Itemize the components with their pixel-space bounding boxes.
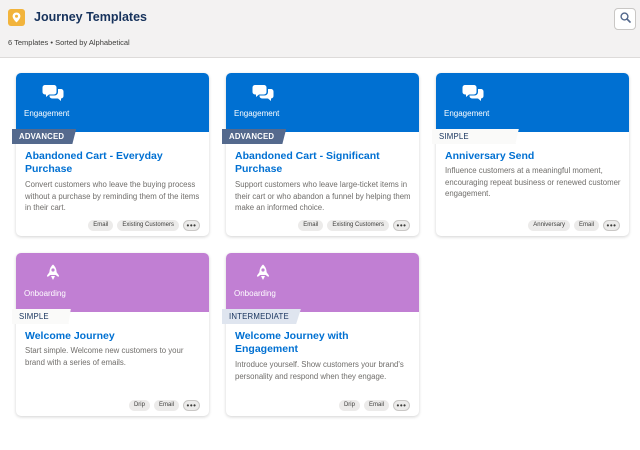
card-title[interactable]: Abandoned Cart - Significant Purchase (235, 150, 413, 176)
level-badge: INTERMEDIATE (222, 309, 301, 324)
template-card[interactable]: Onboarding SIMPLE Welcome Journey Start … (12, 253, 209, 416)
tag: Anniversary (528, 220, 570, 231)
more-actions-button[interactable]: ••• (183, 400, 200, 411)
card-banner: Engagement (226, 73, 419, 132)
card-category: Engagement (24, 109, 70, 118)
rocket-icon (257, 264, 269, 280)
tag: Email (153, 400, 179, 411)
level-badge: ADVANCED (222, 129, 287, 144)
card-tags: Email Existing Customers ••• (298, 220, 410, 231)
level-badge: SIMPLE (12, 309, 71, 324)
card-description: Start simple. Welcome new customers to y… (25, 346, 184, 367)
card-tags: Email Existing Customers ••• (88, 220, 200, 231)
more-actions-button[interactable]: ••• (393, 400, 410, 411)
card-category: Onboarding (24, 289, 66, 298)
tag: Email (363, 400, 389, 411)
rocket-icon (47, 264, 59, 280)
card-title[interactable]: Anniversary Send (445, 150, 623, 163)
chat-bubbles-icon (462, 85, 484, 101)
card-title[interactable]: Welcome Journey (25, 330, 203, 343)
chat-bubbles-icon (252, 85, 274, 101)
card-banner: Engagement (436, 73, 629, 132)
tag: Email (573, 220, 599, 231)
card-tags: Anniversary Email ••• (528, 220, 620, 231)
template-card[interactable]: Engagement ADVANCED Abandoned Cart - Sig… (222, 73, 419, 236)
card-tags: Drip Email ••• (128, 400, 200, 411)
card-category: Onboarding (234, 289, 276, 298)
card-banner: Onboarding (16, 253, 209, 312)
card-description: Convert customers who leave the buying p… (25, 180, 200, 212)
card-description: Influence customers at a meaningful mome… (445, 166, 621, 198)
tag: Email (88, 220, 114, 231)
card-banner: Onboarding (226, 253, 419, 312)
template-card[interactable]: Engagement SIMPLE Anniversary Send Influ… (432, 73, 629, 236)
tag: Existing Customers (117, 220, 179, 231)
level-badge: SIMPLE (432, 129, 519, 144)
template-card[interactable]: Engagement ADVANCED Abandoned Cart - Eve… (12, 73, 209, 236)
card-description: Support customers who leave large-ticket… (235, 180, 411, 212)
card-title[interactable]: Abandoned Cart - Everyday Purchase (25, 150, 203, 176)
page-title: Journey Templates (34, 10, 148, 24)
more-actions-button[interactable]: ••• (603, 220, 620, 231)
card-title[interactable]: Welcome Journey with Engagement (235, 330, 413, 356)
card-category: Engagement (444, 109, 490, 118)
map-pin-icon (8, 9, 25, 26)
search-icon (619, 10, 631, 28)
tag: Email (298, 220, 324, 231)
template-card[interactable]: Onboarding INTERMEDIATE Welcome Journey … (222, 253, 419, 416)
card-banner: Engagement (16, 73, 209, 132)
page-subtitle: 6 Templates • Sorted by Alphabetical (8, 38, 130, 47)
level-badge: ADVANCED (12, 129, 77, 144)
card-tags: Drip Email ••• (338, 400, 410, 411)
search-button[interactable] (614, 8, 636, 30)
chat-bubbles-icon (42, 85, 64, 101)
page-header: Journey Templates 6 Templates • Sorted b… (0, 0, 640, 58)
more-actions-button[interactable]: ••• (393, 220, 410, 231)
more-actions-button[interactable]: ••• (183, 220, 200, 231)
card-category: Engagement (234, 109, 280, 118)
tag: Drip (338, 400, 360, 411)
tag: Existing Customers (327, 220, 389, 231)
tag: Drip (128, 400, 150, 411)
card-description: Introduce yourself. Show customers your … (235, 360, 404, 381)
